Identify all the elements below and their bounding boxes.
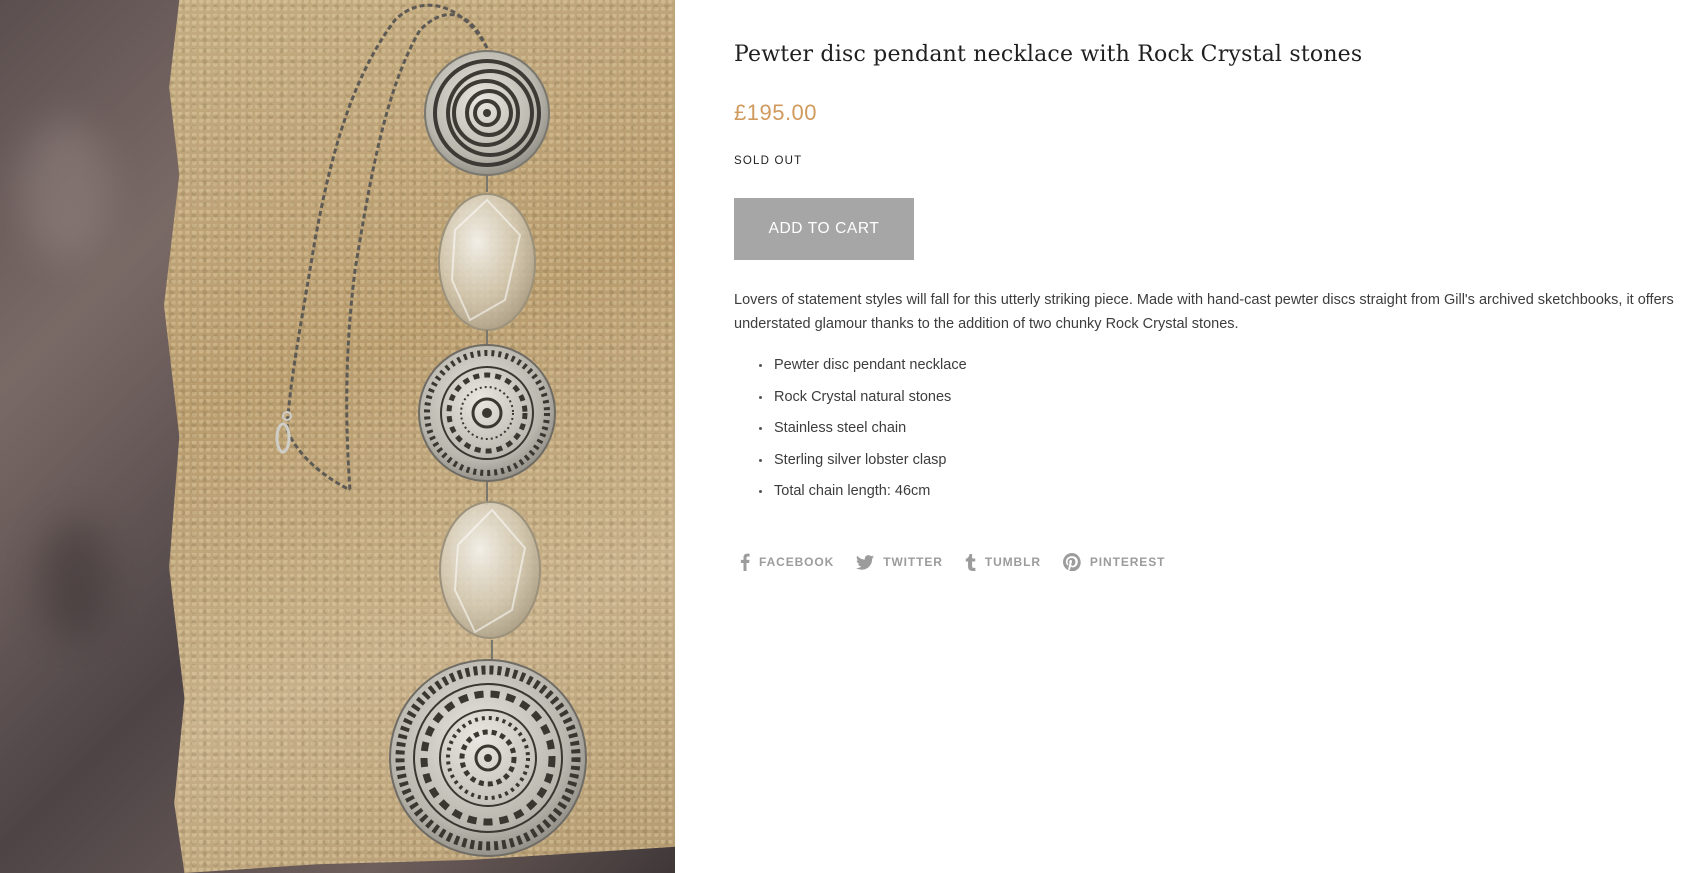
list-item: Stainless steel chain: [759, 416, 967, 448]
facebook-icon: [740, 553, 750, 571]
product-description: Lovers of statement styles will fall for…: [734, 292, 1674, 332]
share-facebook-label: FACEBOOK: [759, 555, 835, 569]
share-pinterest-link[interactable]: PINTEREST: [1062, 553, 1166, 571]
feature-list: Pewter disc pendant necklace Rock Crysta…: [734, 353, 967, 511]
twitter-icon: [856, 554, 875, 570]
share-tumblr-label: TUMBLR: [984, 555, 1041, 569]
mandala-disc: [418, 344, 556, 482]
add-to-cart-button[interactable]: ADD TO CART: [734, 198, 914, 260]
product-price: £195.00: [734, 100, 818, 125]
list-item: Sterling silver lobster clasp: [759, 448, 967, 480]
share-twitter-label: TWITTER: [883, 555, 943, 569]
product-image[interactable]: [0, 0, 675, 873]
large-mandala-disc: [389, 659, 587, 857]
tumblr-icon: [965, 553, 976, 571]
product-title: Pewter disc pendant necklace with Rock C…: [734, 42, 1363, 67]
share-facebook-link[interactable]: FACEBOOK: [740, 553, 834, 571]
rock-crystal-stone: [438, 193, 536, 331]
stock-status: SOLD OUT: [734, 155, 803, 167]
list-item: Total chain length: 46cm: [759, 479, 967, 511]
share-twitter-link[interactable]: TWITTER: [856, 553, 943, 571]
share-pinterest-label: PINTEREST: [1089, 555, 1166, 569]
pinterest-icon: [1062, 553, 1081, 571]
spiral-disc: [424, 50, 550, 176]
list-item: Rock Crystal natural stones: [759, 385, 967, 417]
share-tumblr-link[interactable]: TUMBLR: [965, 553, 1041, 571]
rock-crystal-stone: [439, 501, 541, 639]
list-item: Pewter disc pendant necklace: [759, 353, 967, 385]
necklace-illustration: [275, 3, 587, 857]
social-share-bar: FACEBOOK TWITTER TUMBLR PINTEREST: [740, 553, 1165, 571]
